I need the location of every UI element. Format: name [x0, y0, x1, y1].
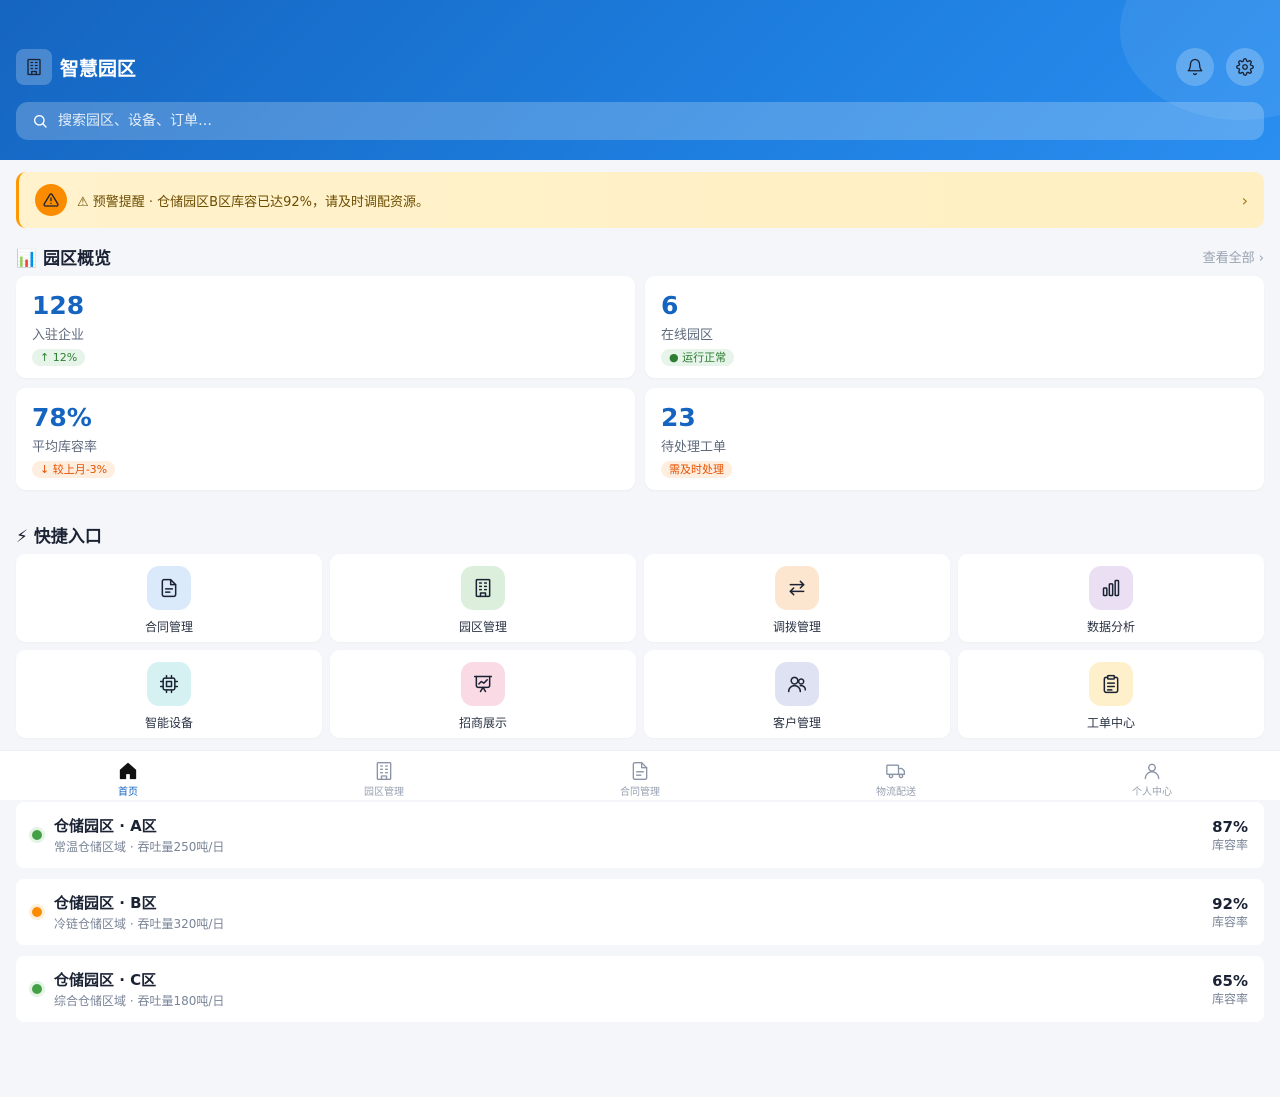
- warehouse-subtitle: 常温仓储区域 · 吞吐量250吨/日: [54, 840, 225, 854]
- quick-entry-customers[interactable]: 客户管理: [644, 650, 950, 738]
- nav-label: 首页: [118, 787, 138, 798]
- clipboard-icon: [1089, 662, 1133, 706]
- stat-value: 23: [661, 403, 696, 432]
- quick-entry-parks[interactable]: 园区管理: [330, 554, 636, 642]
- quick-entry-label: 工单中心: [1086, 716, 1135, 730]
- warehouse-subtitle: 冷链仓储区域 · 吞吐量320吨/日: [54, 917, 225, 931]
- quick-entry-label: 数据分析: [1086, 620, 1135, 634]
- stat-card[interactable]: 23 待处理工单 需及时处理: [645, 388, 1264, 490]
- stat-label: 待处理工单: [661, 440, 727, 455]
- home-icon: [119, 762, 137, 780]
- stat-badge: ↓ 较上月-3%: [32, 461, 116, 478]
- quick-entry-label: 智能设备: [144, 716, 193, 730]
- stat-card[interactable]: 128 入驻企业 ↑ 12%: [16, 276, 635, 378]
- status-dot: [32, 984, 42, 994]
- nav-logistics[interactable]: 物流配送: [768, 751, 1024, 800]
- brand: 智慧园区: [16, 49, 136, 85]
- stat-badge: ● 运行正常: [661, 349, 735, 366]
- nav-parks[interactable]: 园区管理: [256, 751, 512, 800]
- stat-value: 78%: [32, 403, 92, 432]
- quick-entry-devices[interactable]: 智能设备: [16, 650, 322, 738]
- presentation-icon: [461, 662, 505, 706]
- truck-icon: [886, 764, 905, 779]
- capacity-value: 65%: [1212, 971, 1248, 990]
- nav-label: 个人中心: [1132, 787, 1172, 798]
- chip-icon: [147, 662, 191, 706]
- capacity-label: 库容率: [1211, 991, 1248, 1006]
- gear-icon: [1236, 58, 1254, 76]
- warning-icon: [35, 184, 67, 216]
- stat-badge: 需及时处理: [661, 461, 732, 478]
- capacity-value: 87%: [1212, 817, 1248, 836]
- quick-entry-showcase[interactable]: 招商展示: [330, 650, 636, 738]
- notification-button[interactable]: [1176, 48, 1214, 86]
- warehouse-title: 仓储园区 · C区: [54, 971, 157, 989]
- building-icon: [376, 762, 392, 780]
- warning-text: ⚠ 预警提醒 · 仓储园区B区库容已达92%，请及时调配资源。: [77, 194, 429, 210]
- overview-title: 📊 园区概览: [16, 249, 112, 269]
- quick-entry-contracts[interactable]: 合同管理: [16, 554, 322, 642]
- quick-entries-title: ⚡ 快捷入口: [16, 527, 102, 547]
- nav-label: 物流配送: [876, 787, 916, 798]
- stat-label: 平均库容率: [32, 440, 98, 455]
- status-dot: [32, 830, 42, 840]
- stat-badge: ↑ 12%: [32, 349, 86, 366]
- capacity-value: 92%: [1212, 894, 1248, 913]
- quick-entry-label: 招商展示: [458, 716, 507, 730]
- building-icon: [461, 566, 505, 610]
- stat-card[interactable]: 6 在线园区 ● 运行正常: [645, 276, 1264, 378]
- quick-entry-analytics[interactable]: 数据分析: [958, 554, 1264, 642]
- list-item[interactable]: 仓储园区 · C区 综合仓储区域 · 吞吐量180吨/日 65% 库容率: [16, 956, 1264, 1022]
- stat-value: 128: [32, 291, 85, 320]
- quick-entry-transfer[interactable]: 调拨管理: [644, 554, 950, 642]
- view-all-link[interactable]: 查看全部 ›: [1203, 247, 1264, 266]
- warning-banner[interactable]: ⚠ 预警提醒 · 仓储园区B区库容已达92%，请及时调配资源。 ›: [16, 172, 1264, 228]
- warehouse-title: 仓储园区 · B区: [54, 894, 157, 912]
- settings-button[interactable]: [1226, 48, 1264, 86]
- warehouse-title: 仓储园区 · A区: [54, 817, 157, 835]
- users-icon: [775, 662, 819, 706]
- quick-entry-label: 调拨管理: [772, 620, 821, 634]
- bell-icon: [1187, 58, 1203, 76]
- app-title: 智慧园区: [60, 57, 137, 80]
- search-bar[interactable]: [16, 102, 1264, 140]
- stat-value: 6: [661, 291, 679, 320]
- nav-label: 园区管理: [364, 787, 404, 798]
- nav-contracts[interactable]: 合同管理: [512, 751, 768, 800]
- capacity-label: 库容率: [1211, 914, 1248, 929]
- stat-label: 在线园区: [661, 328, 714, 343]
- chevron-right-icon: ›: [1241, 190, 1248, 210]
- app-header: 智慧园区: [0, 0, 1280, 160]
- stat-label: 入驻企业: [32, 328, 85, 343]
- nav-profile[interactable]: 个人中心: [1024, 751, 1280, 800]
- nav-home[interactable]: 首页: [0, 751, 256, 800]
- search-icon: [34, 115, 47, 128]
- quick-entry-label: 合同管理: [144, 620, 193, 634]
- list-item[interactable]: 仓储园区 · B区 冷链仓储区域 · 吞吐量320吨/日 92% 库容率: [16, 879, 1264, 945]
- bar-chart-icon: [1089, 566, 1133, 610]
- quick-entry-label: 客户管理: [772, 716, 821, 730]
- capacity-label: 库容率: [1211, 837, 1248, 852]
- quick-entry-workorders[interactable]: 工单中心: [958, 650, 1264, 738]
- bottom-nav: 首页 园区管理 合同管理 物流配送 个人中心: [0, 750, 1280, 800]
- search-input[interactable]: [58, 113, 1264, 129]
- status-dot: [32, 907, 42, 917]
- stat-card[interactable]: 78% 平均库容率 ↓ 较上月-3%: [16, 388, 635, 490]
- building-icon: [16, 49, 52, 85]
- quick-entry-label: 园区管理: [458, 620, 507, 634]
- document-icon: [632, 762, 648, 780]
- document-icon: [147, 566, 191, 610]
- transfer-icon: [775, 566, 819, 610]
- list-item[interactable]: 仓储园区 · A区 常温仓储区域 · 吞吐量250吨/日 87% 库容率: [16, 802, 1264, 868]
- warehouse-subtitle: 综合仓储区域 · 吞吐量180吨/日: [54, 994, 225, 1008]
- user-icon: [1144, 763, 1160, 780]
- nav-label: 合同管理: [620, 787, 660, 798]
